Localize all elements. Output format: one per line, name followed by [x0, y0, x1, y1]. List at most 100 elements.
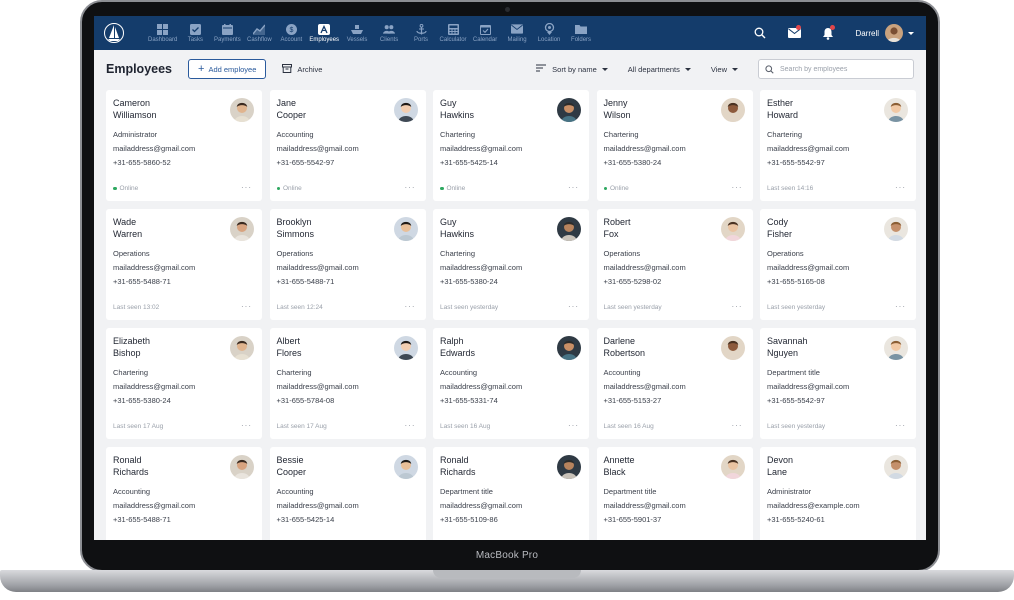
employee-email[interactable]: mailaddress@gmail.com [440, 382, 582, 391]
nav-item-employees[interactable]: Employees [307, 16, 341, 50]
employee-phone[interactable]: +31-655-5380-24 [604, 158, 746, 167]
employee-card[interactable]: Esther Howard Chartering mailaddress@gmail.… [760, 90, 916, 201]
employee-phone[interactable]: +31-655-5542-97 [767, 396, 909, 405]
employee-email[interactable]: mailaddress@gmail.com [604, 501, 746, 510]
more-options-icon[interactable]: ··· [241, 421, 252, 430]
employee-email[interactable]: mailaddress@gmail.com [277, 263, 419, 272]
employee-email[interactable]: mailaddress@gmail.com [604, 144, 746, 153]
employee-phone[interactable]: +31-655-5380-24 [113, 396, 255, 405]
employee-card[interactable]: Bessie Cooper Accounting mailaddress@gmail.… [269, 447, 426, 540]
employee-card[interactable]: Cody Fisher Operations mailaddress@gmail.co… [760, 209, 916, 320]
employee-card[interactable]: Savannah Nguyen Department title mailaddres… [760, 328, 916, 439]
nav-item-ports[interactable]: Ports [405, 16, 437, 50]
more-options-icon[interactable]: ··· [895, 302, 906, 311]
employee-email[interactable]: mailaddress@example.com [767, 501, 909, 510]
employee-email[interactable]: mailaddress@gmail.com [277, 382, 419, 391]
employee-card[interactable]: Darlene Robertson Accounting mailaddress@gm… [596, 328, 753, 439]
nav-item-clients[interactable]: Clients [373, 16, 405, 50]
nav-item-tasks[interactable]: Tasks [179, 16, 211, 50]
nav-item-payments[interactable]: Payments [211, 16, 243, 50]
employee-phone[interactable]: +31-655-5860-52 [113, 158, 255, 167]
departments-dropdown[interactable]: All departments [628, 65, 691, 74]
nav-item-account[interactable]: $ Account [275, 16, 307, 50]
more-options-icon[interactable]: ··· [405, 302, 416, 311]
archive-button[interactable]: Archive [282, 63, 322, 75]
more-options-icon[interactable]: ··· [241, 183, 252, 192]
app-logo[interactable] [94, 16, 134, 50]
more-options-icon[interactable]: ··· [732, 421, 743, 430]
employee-email[interactable]: mailaddress@gmail.com [277, 501, 419, 510]
more-options-icon[interactable]: ··· [895, 421, 906, 430]
employee-card[interactable]: Guy Hawkins Chartering mailaddress@gmail.co… [433, 90, 589, 201]
employee-email[interactable]: mailaddress@gmail.com [277, 144, 419, 153]
employee-email[interactable]: mailaddress@gmail.com [113, 263, 255, 272]
employee-card[interactable]: Devon Lane Administrator mailaddress@exampl… [760, 447, 916, 540]
employee-phone[interactable]: +31-655-5542-97 [277, 158, 419, 167]
employee-phone[interactable]: +31-655-5331-74 [440, 396, 582, 405]
more-options-icon[interactable]: ··· [895, 183, 906, 192]
nav-item-vessels[interactable]: Vessels [341, 16, 373, 50]
more-options-icon[interactable]: ··· [732, 183, 743, 192]
bell-icon[interactable] [811, 16, 845, 50]
employee-phone[interactable]: +31-655-5488-71 [277, 277, 419, 286]
employee-email[interactable]: mailaddress@gmail.com [440, 144, 582, 153]
employee-phone[interactable]: +31-655-5240-61 [767, 515, 909, 524]
employee-phone[interactable]: +31-655-5784-08 [277, 396, 419, 405]
employee-phone[interactable]: +31-655-5153-27 [604, 396, 746, 405]
employee-phone[interactable]: +31-655-5425-14 [440, 158, 582, 167]
nav-item-dashboard[interactable]: Dashboard [146, 16, 179, 50]
search-input[interactable] [780, 65, 900, 73]
employee-phone[interactable]: +31-655-5109-86 [440, 515, 582, 524]
nav-item-folders[interactable]: Folders [565, 16, 597, 50]
employee-email[interactable]: mailaddress@gmail.com [767, 263, 909, 272]
view-dropdown[interactable]: View [711, 65, 738, 74]
employee-card[interactable]: Jenny Wilson Chartering mailaddress@gmail.c… [596, 90, 753, 201]
employee-card[interactable]: Brooklyn Simmons Operations mailaddress@gma… [269, 209, 426, 320]
employee-card[interactable]: Ronald Richards Department title mailaddres… [433, 447, 589, 540]
employee-card[interactable]: Jane Cooper Accounting mailaddress@gmail.co… [269, 90, 426, 201]
employee-card[interactable]: Ronald Richards Accounting mailaddress@gmai… [106, 447, 262, 540]
employee-card[interactable]: Robert Fox Operations mailaddress@gmail.com… [596, 209, 753, 320]
employee-phone[interactable]: +31-655-5165-08 [767, 277, 909, 286]
employee-card[interactable]: Albert Flores Chartering mailaddress@gmail.… [269, 328, 426, 439]
more-options-icon[interactable]: ··· [241, 302, 252, 311]
employee-email[interactable]: mailaddress@gmail.com [113, 382, 255, 391]
nav-item-calendar[interactable]: Calendar [469, 16, 501, 50]
employee-phone[interactable]: +31-655-5488-71 [113, 277, 255, 286]
employee-email[interactable]: mailaddress@gmail.com [767, 382, 909, 391]
employee-phone[interactable]: +31-655-5380-24 [440, 277, 582, 286]
employee-email[interactable]: mailaddress@gmail.com [440, 263, 582, 272]
more-options-icon[interactable]: ··· [568, 183, 579, 192]
employee-email[interactable]: mailaddress@gmail.com [604, 382, 746, 391]
more-options-icon[interactable]: ··· [405, 183, 416, 192]
user-menu[interactable]: Darrell [855, 24, 914, 42]
search-icon[interactable] [743, 16, 777, 50]
employee-phone[interactable]: +31-655-5901-37 [604, 515, 746, 524]
employee-card[interactable]: Guy Hawkins Chartering mailaddress@gmail.co… [433, 209, 589, 320]
nav-item-calculator[interactable]: Calculator [437, 16, 469, 50]
employee-phone[interactable]: +31-655-5488-71 [113, 515, 255, 524]
nav-item-mailing[interactable]: Mailing [501, 16, 533, 50]
employee-phone[interactable]: +31-655-5542-97 [767, 158, 909, 167]
more-options-icon[interactable]: ··· [568, 421, 579, 430]
employee-email[interactable]: mailaddress@gmail.com [767, 144, 909, 153]
nav-item-location[interactable]: Location [533, 16, 565, 50]
mail-icon[interactable] [777, 16, 811, 50]
employee-card[interactable]: Elizabeth Bishop Chartering mailaddress@gma… [106, 328, 262, 439]
employee-card[interactable]: Ralph Edwards Accounting mailaddress@gmail.… [433, 328, 589, 439]
nav-item-cashflow[interactable]: Cashflow [243, 16, 275, 50]
employee-card[interactable]: Cameron Williamson Administrator mailaddres… [106, 90, 262, 201]
add-employee-button[interactable]: + Add employee [188, 59, 267, 79]
employee-email[interactable]: mailaddress@gmail.com [113, 144, 255, 153]
more-options-icon[interactable]: ··· [405, 421, 416, 430]
more-options-icon[interactable]: ··· [732, 302, 743, 311]
employee-phone[interactable]: +31-655-5298-02 [604, 277, 746, 286]
employee-email[interactable]: mailaddress@gmail.com [113, 501, 255, 510]
employee-card[interactable]: Annette Black Department title mailaddress@… [596, 447, 753, 540]
employee-email[interactable]: mailaddress@gmail.com [604, 263, 746, 272]
employee-phone[interactable]: +31-655-5425-14 [277, 515, 419, 524]
sort-dropdown[interactable]: Sort by name [536, 64, 608, 74]
employee-email[interactable]: mailaddress@gmail.com [440, 501, 582, 510]
employee-card[interactable]: Wade Warren Operations mailaddress@gmail.co… [106, 209, 262, 320]
more-options-icon[interactable]: ··· [568, 302, 579, 311]
